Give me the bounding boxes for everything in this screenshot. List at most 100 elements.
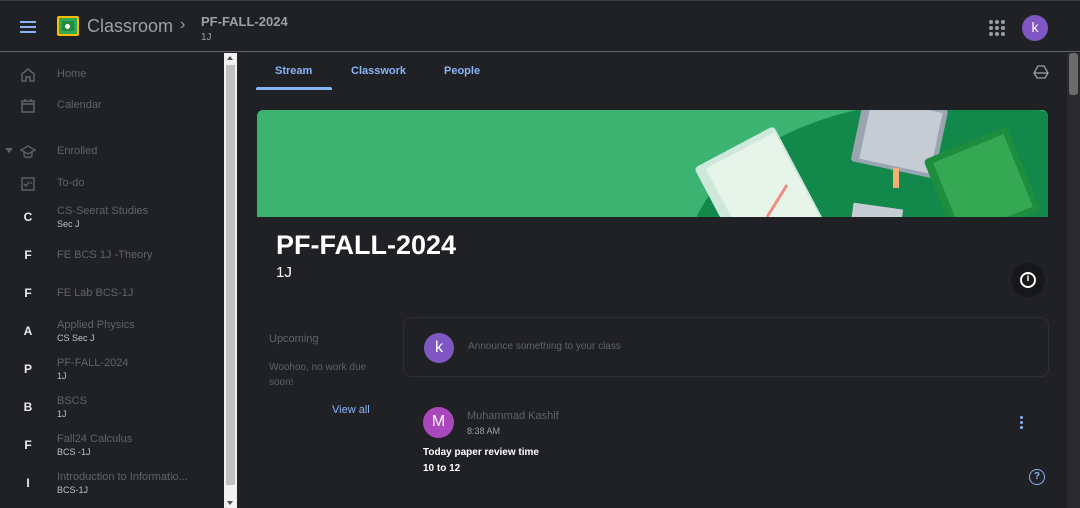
post-body-line-2: 10 to 12 xyxy=(423,463,461,474)
apps-dot xyxy=(995,26,999,30)
account-avatar[interactable]: k xyxy=(1022,15,1048,41)
course-section: Sec J xyxy=(57,219,80,229)
class-section: 1J xyxy=(276,264,292,281)
calendar-icon xyxy=(21,99,35,113)
course-letter-avatar: I xyxy=(26,476,30,490)
more-vert-icon xyxy=(1019,416,1023,419)
caret-down-icon[interactable] xyxy=(5,148,13,153)
graduation-cap-icon xyxy=(20,145,36,159)
course-section: 1J xyxy=(57,409,67,419)
menu-icon xyxy=(20,21,36,23)
sidebar-item-calendar[interactable]: Calendar xyxy=(0,90,224,122)
course-section: CS Sec J xyxy=(57,333,95,343)
apps-dot xyxy=(1001,20,1005,24)
course-section: BCS-1J xyxy=(57,485,89,495)
scroll-up-arrow-icon[interactable] xyxy=(227,56,233,60)
announce-placeholder: Announce something to your class xyxy=(468,341,621,352)
class-banner-image xyxy=(257,110,1048,217)
class-info-button[interactable]: i xyxy=(1011,263,1045,297)
class-title: PF-FALL-2024 xyxy=(276,230,457,260)
active-tab-indicator xyxy=(256,87,332,90)
sidebar-item-label: Enrolled xyxy=(57,145,98,157)
sidebar-course-fe-bcs-theory[interactable]: F FE BCS 1J -Theory xyxy=(0,240,224,272)
post-body-line-1: Today paper review time xyxy=(423,447,539,458)
course-name: Fall24 Calculus xyxy=(57,433,133,445)
chevron-right-icon: › xyxy=(180,16,186,33)
announce-box[interactable]: k Announce something to your class xyxy=(403,317,1049,377)
course-name: BSCS xyxy=(57,395,87,407)
google-drive-icon[interactable] xyxy=(1033,65,1049,79)
course-section: BCS -1J xyxy=(57,447,91,457)
todo-icon xyxy=(21,177,35,191)
sidebar-item-label: Home xyxy=(57,68,87,80)
sidebar: Home Calendar Enrolled To-do C CS-Seerat… xyxy=(0,53,224,508)
post-time: 8:38 AM xyxy=(467,426,501,436)
course-name: PF-FALL-2024 xyxy=(57,357,129,369)
more-dot xyxy=(1019,426,1023,429)
app-title[interactable]: Classroom xyxy=(87,16,173,37)
announcement-post: M Muhammad Kashif 8:38 AM Today paper re… xyxy=(403,393,1049,508)
breadcrumb-course-section: 1J xyxy=(201,32,212,43)
more-dot xyxy=(1019,421,1023,424)
sidebar-course-fe-lab[interactable]: F FE Lab BCS-1J xyxy=(0,278,224,310)
top-app-bar: Classroom › PF-FALL-2024 1J k xyxy=(0,0,1080,52)
scroll-down-arrow-icon[interactable] xyxy=(227,501,233,505)
author-avatar: M xyxy=(423,407,454,438)
course-section: 1J xyxy=(57,371,67,381)
apps-dot xyxy=(995,32,999,36)
apps-dot xyxy=(1001,26,1005,30)
upcoming-title: Upcoming xyxy=(269,333,319,345)
course-letter-avatar: F xyxy=(24,248,32,262)
tab-people[interactable]: People xyxy=(444,65,480,77)
course-name: CS-Seerat Studies xyxy=(57,205,149,217)
avatar: k xyxy=(424,333,454,363)
main-scroll-thumb[interactable] xyxy=(1069,53,1078,95)
course-letter-avatar: P xyxy=(23,362,32,376)
course-letter-avatar: F xyxy=(24,286,32,300)
course-letter-avatar: F xyxy=(24,438,32,452)
sidebar-course-fall24-calculus[interactable]: F Fall24 Calculus BCS -1J xyxy=(0,430,224,462)
apps-dot xyxy=(989,26,993,30)
view-all-link[interactable]: View all xyxy=(332,404,370,416)
upcoming-empty-text: Woohoo, no work due soon! xyxy=(269,362,367,388)
course-letter-avatar: B xyxy=(23,400,33,414)
course-letter-avatar: C xyxy=(23,210,33,224)
sidebar-scroll-thumb[interactable] xyxy=(226,65,235,485)
help-icon[interactable]: ? xyxy=(1029,469,1045,485)
sidebar-item-home[interactable]: Home xyxy=(0,59,224,91)
home-icon xyxy=(21,68,35,82)
sidebar-course-pf-fall-2024[interactable]: P PF-FALL-2024 1J xyxy=(0,354,224,386)
course-name: Applied Physics xyxy=(57,319,135,331)
google-apps-icon[interactable] xyxy=(989,20,1005,36)
menu-icon-bar xyxy=(20,26,36,28)
info-icon: i xyxy=(1026,273,1030,284)
stream-main: Stream Classwork People PF-FALL-2024 1J … xyxy=(237,53,1067,508)
apps-dot xyxy=(989,32,993,36)
apps-dot xyxy=(989,20,993,24)
breadcrumb-course-title[interactable]: PF-FALL-2024 xyxy=(201,14,288,29)
tab-stream[interactable]: Stream xyxy=(275,65,312,77)
main-scrollbar[interactable] xyxy=(1067,53,1080,508)
books-illustration-icon xyxy=(695,110,1048,217)
sidebar-course-intro-informatics[interactable]: I Introduction to Informatio... BCS-1J xyxy=(0,468,224,500)
sidebar-course-bscs[interactable]: B BSCS 1J xyxy=(0,392,224,424)
sidebar-course-cs-seerat-studies[interactable]: C CS-Seerat Studies Sec J xyxy=(0,202,224,234)
sidebar-item-label: Calendar xyxy=(57,99,102,111)
course-letter-avatar: A xyxy=(23,324,33,338)
course-name: FE BCS 1J -Theory xyxy=(57,249,153,261)
more-options-button[interactable] xyxy=(1016,416,1026,432)
course-name: FE Lab BCS-1J xyxy=(57,287,134,299)
classroom-logo-icon[interactable] xyxy=(57,16,79,36)
sidebar-item-enrolled[interactable]: Enrolled xyxy=(0,136,224,168)
sidebar-course-applied-physics[interactable]: A Applied Physics CS Sec J xyxy=(0,316,224,348)
sidebar-item-todo[interactable]: To-do xyxy=(0,168,224,200)
main-menu-button[interactable] xyxy=(16,15,40,39)
sidebar-scrollbar[interactable] xyxy=(224,53,237,508)
tab-classwork[interactable]: Classwork xyxy=(351,65,406,77)
menu-icon-bar xyxy=(20,31,36,33)
post-author: Muhammad Kashif xyxy=(467,410,559,422)
apps-dot xyxy=(1001,32,1005,36)
apps-dot xyxy=(995,20,999,24)
course-name: Introduction to Informatio... xyxy=(57,471,188,483)
sidebar-item-label: To-do xyxy=(57,177,85,189)
